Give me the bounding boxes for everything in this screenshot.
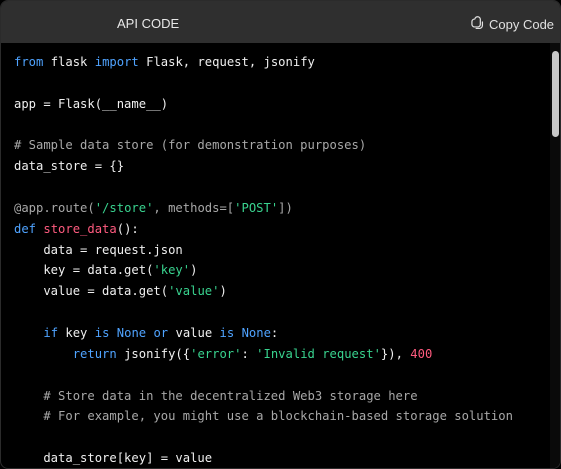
code-token: is <box>94 325 110 340</box>
copy-code-button[interactable]: Copy Code <box>470 15 554 33</box>
code-token: data = request.json <box>14 242 183 257</box>
code-line: if key is None or value is None: <box>14 323 549 344</box>
code-token: or <box>153 325 169 340</box>
code-token: value <box>168 325 220 340</box>
code-language-title: API CODE <box>117 16 180 31</box>
code-token: import <box>94 55 139 69</box>
code-token: Flask, request, jsonify <box>138 55 315 69</box>
code-line: app = Flask(__name__) <box>14 94 549 115</box>
copy-code-label: Copy Code <box>489 16 555 32</box>
code-token: ) <box>219 284 227 299</box>
code-line: @app.route('/store', methods=['POST']) <box>14 198 549 219</box>
code-token: None <box>116 325 147 340</box>
code-token: if <box>43 325 59 340</box>
code-token: app = Flask(__name__) <box>14 96 169 111</box>
code-token: # For example, you might use a blockchai… <box>14 409 513 424</box>
code-line: # For example, you might use a blockchai… <box>14 406 549 427</box>
code-line: data = request.json <box>14 240 549 261</box>
code-panel: API CODE Copy Code from flask import Fla… <box>0 0 561 469</box>
code-line: def store_data(): <box>14 219 549 240</box>
code-block[interactable]: from flask import Flask, request, jsonif… <box>1 43 549 468</box>
code-line: # Store data in the decentralized Web3 s… <box>14 386 549 407</box>
code-token: (): <box>116 221 139 236</box>
code-token: # Sample data store (for demonstration p… <box>14 138 367 153</box>
code-token: 'key' <box>153 263 191 278</box>
code-token: data_store[key] = value <box>14 451 213 466</box>
code-line: return jsonify({'error': 'Invalid reques… <box>14 344 549 365</box>
code-token: ) <box>190 263 198 278</box>
code-line: value = data.get('value') <box>14 281 549 302</box>
code-token: return <box>72 346 117 361</box>
code-token: , methods=[ <box>153 200 235 215</box>
code-token: None <box>241 325 271 340</box>
code-token: 'POST' <box>234 200 279 215</box>
code-token: flask <box>43 55 95 69</box>
code-token: jsonify({ <box>116 346 191 361</box>
code-token: }), <box>380 346 411 361</box>
code-token: 'value' <box>168 284 220 299</box>
code-token: 'error' <box>190 346 242 361</box>
code-token: value = data.get( <box>14 284 169 299</box>
vertical-scrollbar[interactable] <box>550 43 560 468</box>
code-token: def <box>14 221 37 236</box>
code-token: : <box>241 346 257 361</box>
copy-icon <box>470 15 484 33</box>
code-line: key = data.get('key') <box>14 260 549 281</box>
code-token: @app.route( <box>14 200 95 215</box>
code-token: : <box>270 325 279 340</box>
code-token: is <box>219 325 235 340</box>
code-line: # Sample data store (for demonstration p… <box>14 135 549 156</box>
code-token: data_store = {} <box>14 159 125 174</box>
code-header: API CODE Copy Code <box>1 1 560 43</box>
code-token: store_data <box>43 221 117 236</box>
code-token: '/store' <box>94 200 154 215</box>
code-token: ]) <box>278 200 293 215</box>
code-token: key <box>58 325 95 340</box>
code-token: 400 <box>410 346 433 361</box>
code-token: 'Invalid request' <box>256 346 381 361</box>
code-line: data_store = {} <box>14 156 549 177</box>
scrollbar-thumb[interactable] <box>552 51 559 137</box>
code-token: # Store data in the decentralized Web3 s… <box>14 388 418 403</box>
code-token: from <box>14 55 44 69</box>
code-line: data_store[key] = value <box>14 448 549 468</box>
code-token: key = data.get( <box>14 263 154 278</box>
code-line: from flask import Flask, request, jsonif… <box>14 52 549 73</box>
